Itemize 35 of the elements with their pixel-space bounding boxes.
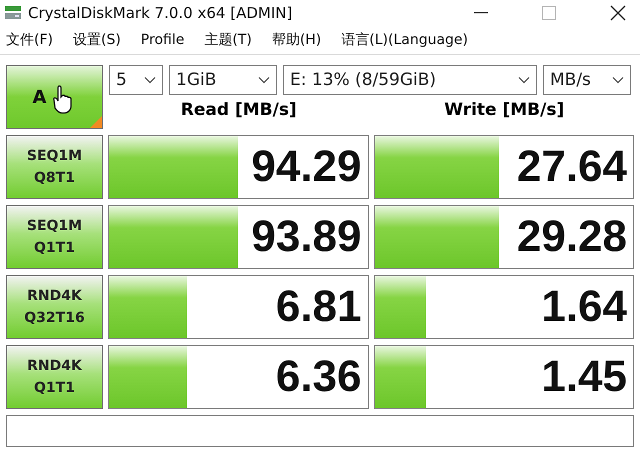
all-button[interactable]: A: [6, 65, 103, 129]
menu-item[interactable]: 帮助(H): [272, 31, 322, 49]
menu-item[interactable]: 语言(L)(Language): [341, 31, 468, 49]
menu-item[interactable]: Profile: [140, 32, 184, 48]
test-button[interactable]: SEQ1M Q1T1: [6, 205, 103, 269]
chevron-down-icon: [258, 76, 270, 84]
test-button[interactable]: RND4K Q32T16: [6, 275, 103, 339]
read-value: 6.81: [276, 282, 362, 332]
comment-field[interactable]: [6, 415, 634, 447]
write-value: 29.28: [516, 212, 628, 262]
app-icon: [4, 5, 22, 21]
close-icon[interactable]: [610, 5, 626, 21]
write-value: 1.45: [541, 352, 628, 402]
minimize-icon[interactable]: [474, 12, 488, 14]
chevron-down-icon: [612, 76, 624, 84]
test-button[interactable]: RND4K Q1T1: [6, 345, 103, 409]
read-value: 93.89: [251, 212, 362, 262]
column-header: Write [MB/s]: [443, 100, 566, 120]
column-header: Read [MB/s]: [180, 100, 298, 120]
test-button[interactable]: SEQ1M Q8T1: [6, 135, 103, 199]
dropdown[interactable]: MB/s: [543, 65, 631, 95]
dropdown[interactable]: 1GiB: [169, 65, 277, 95]
menu-item[interactable]: 文件(F): [6, 31, 53, 49]
menu-item[interactable]: 设置(S): [72, 31, 121, 49]
corner-mark-icon: [90, 116, 102, 128]
chevron-down-icon: [144, 76, 156, 84]
dropdown[interactable]: 5: [109, 65, 163, 95]
read-value: 94.29: [251, 142, 362, 192]
dropdown[interactable]: E: 13% (8/59GiB): [283, 65, 537, 95]
window-title: CrystalDiskMark 7.0.0 x64 [ADMIN]: [28, 4, 292, 22]
write-value: 1.64: [541, 282, 628, 332]
chevron-down-icon: [518, 76, 530, 84]
menu-item[interactable]: 主题(T): [204, 31, 252, 49]
read-value: 6.36: [276, 352, 362, 402]
write-value: 27.64: [516, 142, 628, 192]
